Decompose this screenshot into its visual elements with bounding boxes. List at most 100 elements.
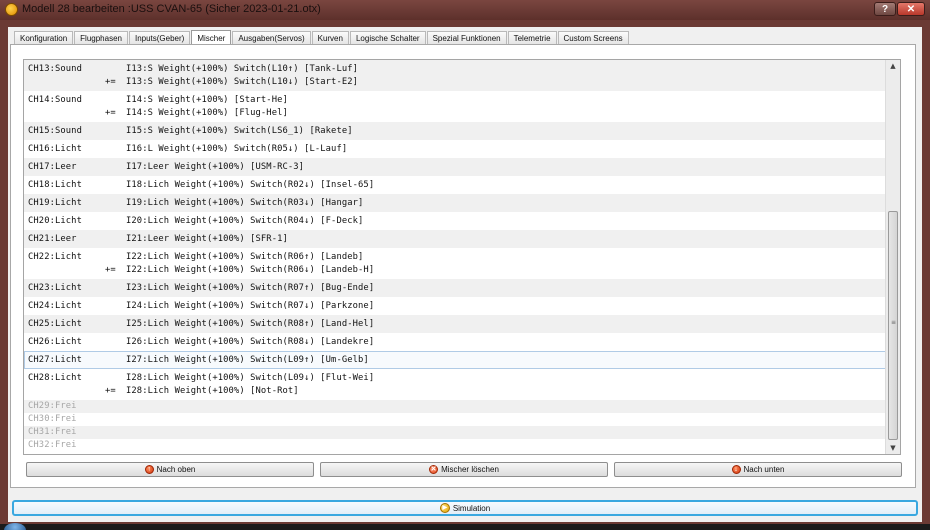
mixer-line: CH21:Leer I21:Leer Weight(+100%) [SFR-1] [28, 233, 886, 246]
channel-label: CH30:Frei [28, 414, 77, 424]
tab-spezial-funktionen[interactable]: Spezial Funktionen [426, 31, 507, 44]
channel-label: CH31:Frei [28, 427, 77, 437]
grip-icon: ≡ [891, 319, 897, 326]
mixer-line: CH31:Frei [28, 426, 886, 439]
arrow-down-icon: ↓ [731, 465, 741, 474]
mixer-line: += I13:S Weight(+100%) Switch(L10↓) [Star… [28, 76, 886, 89]
mixer-row[interactable]: CH13:Sound I13:S Weight(+100%) Switch(L10… [24, 60, 886, 91]
tab-bar: Konfiguration Flugphasen Inputs(Geber) Misc… [14, 30, 630, 45]
vertical-scrollbar[interactable]: ▲ ≡ ▼ [885, 60, 900, 454]
free-channel-row[interactable]: CH32:Frei [24, 439, 886, 452]
delete-mixer-button[interactable]: ✕ Mischer löschen [320, 462, 608, 477]
channel-label: CH28:Licht [28, 372, 82, 383]
mixer-line: CH20:Licht I20:Lich Weight(+100%) Switch(… [28, 215, 886, 228]
mixer-definition: I26:Lich Weight(+100%) Switch(R08↓) [Lan… [126, 336, 375, 347]
mixer-line: CH19:Licht I19:Lich Weight(+100%) Switch(… [28, 197, 886, 210]
mixer-list[interactable]: CH13:Sound I13:S Weight(+100%) Switch(L10… [23, 59, 901, 455]
tab-konfiguration[interactable]: Konfiguration [14, 31, 74, 44]
channel-label: CH21:Leer [28, 233, 77, 244]
channel-label: CH22:Licht [28, 251, 82, 262]
mixer-operator-text: += [105, 76, 116, 87]
mixer-definition: I16:L Weight(+100%) Switch(R05↓) [L-Lauf… [126, 143, 348, 154]
mixer-line: CH23:Licht I23:Lich Weight(+100%) Switch(… [28, 282, 886, 295]
channel-label: CH24:Licht [28, 300, 82, 311]
free-channel-row[interactable]: CH29:Frei [24, 400, 886, 413]
mixer-row[interactable]: CH23:Licht I23:Lich Weight(+100%) Switch(… [24, 279, 886, 297]
mixer-line: CH22:Licht I22:Lich Weight(+100%) Switch(… [28, 251, 886, 264]
channel-label: CH16:Licht [28, 143, 82, 154]
channel-label: CH20:Licht [28, 215, 82, 226]
mixer-line: CH14:Sound I14:S Weight(+100%) [Start-He] [28, 94, 886, 107]
app-icon [5, 3, 18, 16]
arrow-up-icon: ↑ [144, 465, 154, 474]
channel-label: CH29:Frei [28, 401, 77, 411]
mixer-line: CH17:Leer I17:Leer Weight(+100%) [USM-RC-… [28, 161, 886, 174]
mixer-definition: I23:Lich Weight(+100%) Switch(R07↑) [Bug… [126, 282, 375, 293]
mixer-row[interactable]: CH18:Licht I18:Lich Weight(+100%) Switch(… [24, 176, 886, 194]
mixer-line: CH13:Sound I13:S Weight(+100%) Switch(L10… [28, 63, 886, 76]
delete-mixer-label: Mischer löschen [441, 465, 499, 474]
mixer-definition: I15:S Weight(+100%) Switch(LS6_1) [Raket… [126, 125, 353, 136]
mixer-row[interactable]: CH14:Sound I14:S Weight(+100%) [Start-He]… [24, 91, 886, 122]
channel-label: CH14:Sound [28, 94, 82, 105]
tab-custom-screens[interactable]: Custom Screens [557, 31, 629, 44]
mixer-line: CH29:Frei [28, 400, 886, 413]
play-icon: ▶ [439, 503, 450, 513]
move-down-button[interactable]: ↓ Nach unten [614, 462, 902, 477]
mixer-line: CH18:Licht I18:Lich Weight(+100%) Switch(… [28, 179, 886, 192]
dialog-client-area: Konfiguration Flugphasen Inputs(Geber) Misc… [8, 27, 922, 522]
simulation-button[interactable]: ▶ Simulation [12, 500, 918, 516]
mixer-line: CH25:Licht I25:Lich Weight(+100%) Switch(… [28, 318, 886, 331]
channel-label: CH32:Frei [28, 440, 77, 450]
mixer-row[interactable]: CH24:Licht I24:Lich Weight(+100%) Switch(… [24, 297, 886, 315]
mixer-row[interactable]: CH20:Licht I20:Lich Weight(+100%) Switch(… [24, 212, 886, 230]
help-button[interactable]: ? [874, 2, 896, 16]
tab-inputs-geber[interactable]: Inputs(Geber) [128, 31, 191, 44]
mixer-definition: I19:Lich Weight(+100%) Switch(R03↓) [Han… [126, 197, 364, 208]
mixer-line: += I22:Lich Weight(+100%) Switch(R06↓) [L… [28, 264, 886, 277]
mixer-row[interactable]: CH17:Leer I17:Leer Weight(+100%) [USM-RC-… [24, 158, 886, 176]
tab-ausgaben-servos[interactable]: Ausgaben(Servos) [232, 31, 311, 44]
mixer-row[interactable]: CH21:Leer I21:Leer Weight(+100%) [SFR-1] [24, 230, 886, 248]
start-orb-icon[interactable] [4, 523, 26, 530]
free-channel-row[interactable]: CH30:Frei [24, 413, 886, 426]
mixer-operator-text: += [105, 107, 116, 118]
mixer-definition: I17:Leer Weight(+100%) [USM-RC-3] [126, 161, 305, 172]
mixer-row[interactable]: CH22:Licht I22:Lich Weight(+100%) Switch(… [24, 248, 886, 279]
mixer-row[interactable]: CH28:Licht I28:Lich Weight(+100%) Switch(… [24, 369, 886, 400]
tab-telemetrie[interactable]: Telemetrie [507, 31, 557, 44]
mixer-row[interactable]: CH16:Licht I16:L Weight(+100%) Switch(R05… [24, 140, 886, 158]
tab-mischer[interactable]: Mischer [191, 30, 232, 45]
channel-label: CH25:Licht [28, 318, 82, 329]
window-title: Modell 28 bearbeiten :USS CVAN-65 (Siche… [22, 3, 321, 15]
mixer-row[interactable]: CH25:Licht I25:Lich Weight(+100%) Switch(… [24, 315, 886, 333]
tab-kurven[interactable]: Kurven [311, 31, 349, 44]
title-bar[interactable]: Modell 28 bearbeiten :USS CVAN-65 (Siche… [0, 0, 930, 20]
delete-icon: ✕ [429, 465, 439, 474]
simulation-label: Simulation [452, 503, 491, 513]
mixer-line: CH16:Licht I16:L Weight(+100%) Switch(R05… [28, 143, 886, 156]
scroll-up-icon[interactable]: ▲ [888, 61, 898, 71]
mixer-definition: I20:Lich Weight(+100%) Switch(R04↓) [F-D… [126, 215, 364, 226]
mixer-row[interactable]: CH26:Licht I26:Lich Weight(+100%) Switch(… [24, 333, 886, 351]
move-down-label: Nach unten [743, 465, 785, 474]
mixer-line: CH24:Licht I24:Lich Weight(+100%) Switch(… [28, 300, 886, 313]
free-channel-row[interactable]: CH31:Frei [24, 426, 886, 439]
channel-label: CH15:Sound [28, 125, 82, 136]
scroll-down-icon[interactable]: ▼ [888, 443, 898, 453]
mixer-row[interactable]: CH19:Licht I19:Lich Weight(+100%) Switch(… [24, 194, 886, 212]
mixer-definition: I22:Lich Weight(+100%) Switch(R06↑) [Lan… [126, 251, 364, 262]
channel-label: CH27:Licht [28, 354, 82, 365]
mixer-rows: CH13:Sound I13:S Weight(+100%) Switch(L10… [24, 60, 886, 452]
close-button[interactable]: ✕ [897, 2, 925, 16]
tab-flugphasen[interactable]: Flugphasen [74, 31, 128, 44]
mixer-definition: I18:Lich Weight(+100%) Switch(R02↓) [Ins… [126, 179, 375, 190]
scroll-thumb[interactable]: ≡ [888, 211, 898, 440]
mixer-definition: I13:S Weight(+100%) Switch(L10↑) [Tank-L… [126, 63, 359, 74]
mixer-definition: I24:Lich Weight(+100%) Switch(R07↓) [Par… [126, 300, 375, 311]
move-up-button[interactable]: ↑ Nach oben [26, 462, 314, 477]
mixer-definition: I28:Lich Weight(+100%) [Not-Rot] [126, 385, 299, 396]
mixer-row[interactable]: CH27:Licht I27:Lich Weight(+100%) Switch(… [24, 351, 886, 369]
mixer-row[interactable]: CH15:Sound I15:S Weight(+100%) Switch(LS6… [24, 122, 886, 140]
tab-logische-schalter[interactable]: Logische Schalter [349, 31, 426, 44]
